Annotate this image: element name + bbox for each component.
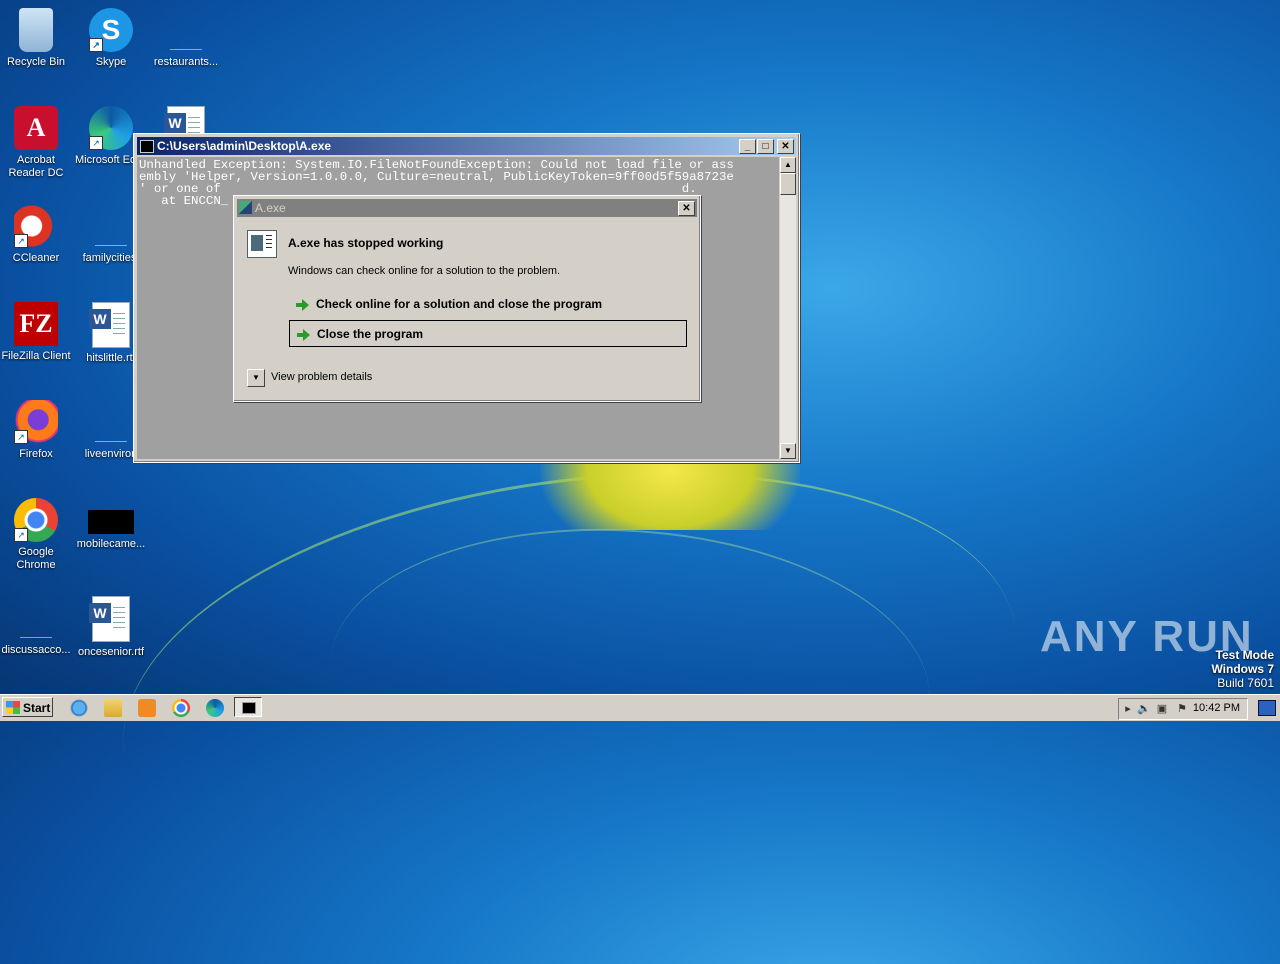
desktop-icon-acrobat[interactable]: A Acrobat Reader DC bbox=[0, 106, 72, 180]
desktop-icon-filezilla[interactable]: FZ FileZilla Client bbox=[0, 302, 72, 363]
network-icon[interactable]: ▣ bbox=[1155, 702, 1169, 716]
console-line: Unhandled Exception: System.IO.FileNotFo… bbox=[139, 158, 734, 172]
internet-explorer-icon[interactable] bbox=[70, 699, 88, 717]
shortcut-arrow-icon: ↗ bbox=[14, 234, 28, 248]
recycle-bin-icon bbox=[19, 8, 53, 52]
word-document-icon bbox=[89, 302, 130, 348]
firefox-icon: ↗ bbox=[14, 400, 58, 444]
desktop-icon-label: Recycle Bin bbox=[6, 56, 66, 68]
scroll-thumb[interactable] bbox=[780, 173, 796, 195]
shortcut-arrow-icon: ↗ bbox=[14, 528, 28, 542]
green-arrow-icon bbox=[297, 329, 310, 341]
desktop-icon-skype[interactable]: S ↗ Skype bbox=[75, 8, 147, 69]
desktop-icon-firefox[interactable]: ↗ Firefox bbox=[0, 400, 72, 461]
file-icon bbox=[14, 596, 58, 640]
maximize-button[interactable]: □ bbox=[757, 139, 774, 154]
taskbar-clock[interactable]: 10:42 PM bbox=[1193, 698, 1240, 718]
close-program-label: Close the program bbox=[317, 327, 424, 341]
file-icon bbox=[164, 8, 208, 52]
skype-icon: S ↗ bbox=[89, 8, 133, 52]
acrobat-icon: A bbox=[14, 106, 58, 150]
chrome-icon: ↗ bbox=[14, 498, 58, 542]
console-line: ' or one of d. bbox=[139, 182, 697, 196]
desktop-icon-label: Google Chrome bbox=[16, 546, 56, 571]
tray-overflow-icon[interactable]: ▸ bbox=[1121, 702, 1135, 716]
edge-icon[interactable] bbox=[206, 699, 224, 717]
dialog-subtext: Windows can check online for a solution … bbox=[288, 265, 561, 277]
desktop-icon-chrome[interactable]: ↗ Google Chrome bbox=[0, 498, 72, 572]
close-program-button[interactable]: Close the program bbox=[289, 320, 687, 347]
start-button[interactable]: Start bbox=[2, 697, 53, 717]
desktop-icon-label: Acrobat Reader DC bbox=[8, 154, 64, 179]
dialog-app-icon bbox=[239, 201, 252, 214]
volume-icon[interactable]: 🔈 bbox=[1137, 702, 1151, 716]
desktop-icon-oncesenior[interactable]: oncesenior.rtf bbox=[75, 596, 147, 659]
file-explorer-icon[interactable] bbox=[104, 699, 122, 717]
action-center-flag-icon[interactable]: ⚑ bbox=[1175, 702, 1189, 716]
scroll-up-arrow-icon[interactable]: ▲ bbox=[780, 157, 796, 173]
dialog-title: A.exe bbox=[255, 201, 286, 215]
os-label: Windows 7 bbox=[1211, 662, 1274, 676]
build-label: Build 7601 bbox=[1217, 676, 1274, 690]
desktop-icon-recycle-bin[interactable]: Recycle Bin bbox=[0, 8, 72, 69]
show-desktop-button[interactable] bbox=[1258, 700, 1276, 716]
shortcut-arrow-icon: ↗ bbox=[89, 38, 103, 52]
media-player-icon[interactable] bbox=[138, 699, 156, 717]
desktop-icon-label: CCleaner bbox=[12, 252, 60, 264]
console-window-taskbar-button[interactable] bbox=[234, 697, 262, 717]
desktop-icon-ccleaner[interactable]: ↗ CCleaner bbox=[0, 204, 72, 265]
ccleaner-icon: ↗ bbox=[14, 204, 58, 248]
minimize-button[interactable]: _ bbox=[739, 139, 756, 154]
view-details-label[interactable]: View problem details bbox=[271, 371, 372, 383]
desktop-icon-label: Skype bbox=[95, 56, 127, 68]
test-mode-watermark: Test Mode Windows 7 Build 7601 bbox=[1211, 648, 1274, 690]
desktop-icon-discussacco[interactable]: discussacco... bbox=[0, 596, 72, 657]
dialog-title-bar[interactable]: A.exe ✕ bbox=[237, 199, 697, 217]
test-mode-label: Test Mode bbox=[1215, 648, 1274, 662]
dialog-heading: A.exe has stopped working bbox=[288, 236, 444, 250]
green-arrow-icon bbox=[296, 299, 309, 311]
dialog-close-button[interactable]: ✕ bbox=[678, 201, 695, 216]
check-online-button[interactable]: Check online for a solution and close th… bbox=[289, 291, 687, 318]
desktop-icon-label: oncesenior.rtf bbox=[77, 646, 145, 658]
chevron-down-icon[interactable]: ▼ bbox=[247, 369, 265, 387]
file-icon bbox=[89, 204, 133, 248]
desktop-icon-label: mobilecame... bbox=[76, 538, 146, 550]
console-window-icon bbox=[242, 702, 256, 714]
filezilla-icon: FZ bbox=[14, 302, 58, 346]
shortcut-arrow-icon: ↗ bbox=[14, 430, 28, 444]
shortcut-arrow-icon: ↗ bbox=[89, 136, 103, 150]
desktop-icon-label: restaurants... bbox=[153, 56, 219, 68]
console-scrollbar[interactable]: ▲ ▼ bbox=[780, 157, 796, 459]
chrome-icon[interactable] bbox=[172, 699, 190, 717]
scroll-down-arrow-icon[interactable]: ▼ bbox=[780, 443, 796, 459]
edge-icon: ↗ bbox=[89, 106, 133, 150]
close-button[interactable]: ✕ bbox=[777, 139, 794, 154]
desktop-icon-label: discussacco... bbox=[1, 644, 71, 656]
desktop-icon-restaurants[interactable]: restaurants... bbox=[150, 8, 222, 69]
desktop-icon-label: FileZilla Client bbox=[1, 350, 71, 362]
console-app-icon bbox=[140, 140, 154, 153]
start-label: Start bbox=[23, 701, 51, 715]
error-dialog[interactable]: A.exe ✕ A.exe has stopped working Window… bbox=[233, 195, 701, 402]
image-file-icon bbox=[88, 510, 134, 534]
check-online-label: Check online for a solution and close th… bbox=[316, 297, 603, 311]
program-window-icon bbox=[247, 230, 277, 258]
word-document-icon bbox=[89, 596, 130, 642]
taskbar: Start ▸ 🔈 ▣ ⚑ 10:42 PM bbox=[0, 694, 1280, 721]
console-title: C:\Users\admin\Desktop\A.exe bbox=[157, 139, 332, 153]
desktop-icon-mobilecame[interactable]: mobilecame... bbox=[75, 498, 147, 551]
desktop-icon-label: Firefox bbox=[19, 448, 53, 460]
console-title-bar[interactable]: C:\Users\admin\Desktop\A.exe _ □ ✕ bbox=[137, 137, 796, 155]
file-icon bbox=[89, 400, 133, 444]
